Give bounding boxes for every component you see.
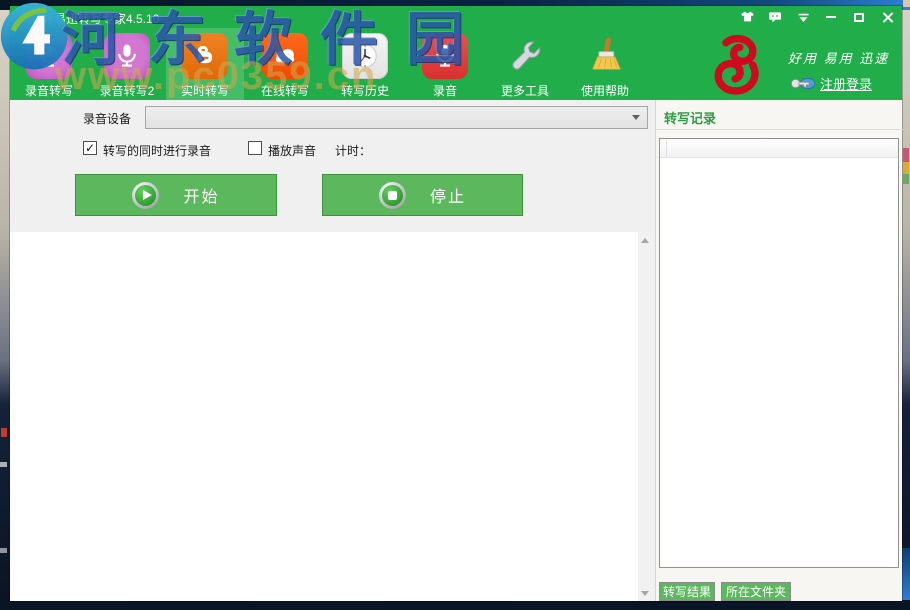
stop-button[interactable]: 停止 (322, 174, 523, 216)
microphone-icon (26, 33, 72, 79)
desktop-fragment (0, 462, 7, 467)
toolbar-item-label: 转写历史 (341, 82, 389, 99)
options-row: ✓ 转写的同时进行录音 播放声音 计时： (10, 141, 655, 157)
shirt-theme-icon[interactable] (738, 8, 756, 26)
register-login-link[interactable]: 注册登录 (790, 74, 872, 93)
record-while-transcribe-label[interactable]: 转写的同时进行录音 (103, 142, 211, 159)
toolbar-item-record-transcribe2[interactable]: 录音转写2 (88, 28, 166, 100)
stop-button-label: 停止 (430, 183, 466, 207)
toolbar-item-online-transcribe[interactable]: 在线转写 (246, 28, 324, 100)
desktop-fragment (0, 548, 7, 553)
close-icon[interactable] (878, 8, 896, 26)
red-swirl-logo (698, 28, 776, 102)
history-list-column-divider (666, 141, 667, 156)
toolbar-item-label: 录音转写2 (100, 82, 155, 99)
toolbar-item-label: 在线转写 (261, 82, 309, 99)
titlebar: 好易迅转写专家4.5.10 (10, 6, 902, 28)
broom-icon (582, 33, 628, 79)
history-buttons-row: 转写结果 所在文件夹 (656, 582, 903, 601)
history-list-header (660, 139, 898, 158)
desktop-fragment (903, 162, 909, 174)
toolbar-item-record[interactable]: 录音 (406, 28, 484, 100)
register-login-label: 注册登录 (820, 74, 872, 93)
wrench-icon (502, 33, 548, 79)
stop-circle-icon (379, 182, 406, 209)
history-panel-title: 转写记录 (664, 108, 716, 127)
desktop-fragment (1, 428, 7, 437)
desktop-fragment (903, 0, 910, 7)
brand-slogan: 好用 易用 迅速 (788, 48, 889, 67)
record-while-transcribe-checkbox[interactable]: ✓ (83, 141, 97, 155)
transcript-scrollbar[interactable] (638, 232, 652, 601)
timer-label: 计时： (335, 142, 371, 159)
desktop-right-fragment (902, 548, 910, 600)
microphone-icon (104, 33, 150, 79)
collapse-icon[interactable] (794, 8, 812, 26)
desktop-fragment (903, 174, 909, 184)
start-button[interactable]: 开始 (75, 174, 277, 216)
scroll-down-icon[interactable] (638, 585, 652, 601)
play-circle-icon (132, 182, 159, 209)
toolbar-item-record-transcribe[interactable]: 录音转写 (10, 28, 88, 100)
key-icon (790, 75, 816, 92)
transcribe-result-button[interactable]: 转写结果 (659, 582, 715, 601)
checkbox-check-icon: ✓ (85, 143, 95, 153)
transcript-text-area[interactable] (10, 232, 652, 601)
maximize-icon[interactable] (850, 8, 868, 26)
toolbar-item-label: 录音转写 (25, 82, 73, 99)
toolbar-item-label: 使用帮助 (581, 82, 629, 99)
microphone-icon (422, 33, 468, 79)
history-panel: 转写记录 转写结果 所在文件夹 (655, 100, 902, 601)
app-window: 好易迅转写专家4.5.10 录音转写 (10, 6, 902, 601)
cloud-icon (262, 33, 308, 79)
start-button-label: 开始 (183, 183, 219, 207)
play-sound-checkbox[interactable] (248, 141, 262, 155)
clock-icon (342, 33, 388, 79)
toolbar-item-label: 录音 (433, 82, 457, 99)
toolbar-item-more-tools[interactable]: 更多工具 (486, 28, 564, 100)
device-label: 录音设备 (83, 110, 131, 127)
history-panel-divider (656, 129, 903, 130)
toolbar-item-help[interactable]: 使用帮助 (566, 28, 644, 100)
desktop-fragment (903, 148, 909, 162)
play-sound-label[interactable]: 播放声音 (268, 142, 316, 159)
toolbar: 录音转写 录音转写2 实时转写 在线转写 转写历史 (10, 28, 902, 100)
titlebar-buttons (738, 6, 896, 28)
blogger-b-icon (182, 33, 228, 79)
window-title: 好易迅转写专家4.5.10 (42, 10, 159, 27)
history-list[interactable] (659, 138, 899, 568)
toolbar-item-label: 更多工具 (501, 82, 549, 99)
toolbar-item-history[interactable]: 转写历史 (326, 28, 404, 100)
toolbar-item-label: 实时转写 (181, 82, 229, 99)
device-combobox[interactable] (145, 106, 648, 129)
controls-panel: 录音设备 ✓ 转写的同时进行录音 播放声音 计时： 开始 停止 (10, 100, 655, 232)
feedback-bubble-icon[interactable] (766, 8, 784, 26)
scroll-up-icon[interactable] (638, 232, 652, 248)
chevron-down-icon (632, 115, 640, 120)
toolbar-item-realtime-transcribe[interactable]: 实时转写 (166, 28, 244, 100)
minimize-icon[interactable] (822, 8, 840, 26)
open-folder-button[interactable]: 所在文件夹 (721, 582, 791, 601)
